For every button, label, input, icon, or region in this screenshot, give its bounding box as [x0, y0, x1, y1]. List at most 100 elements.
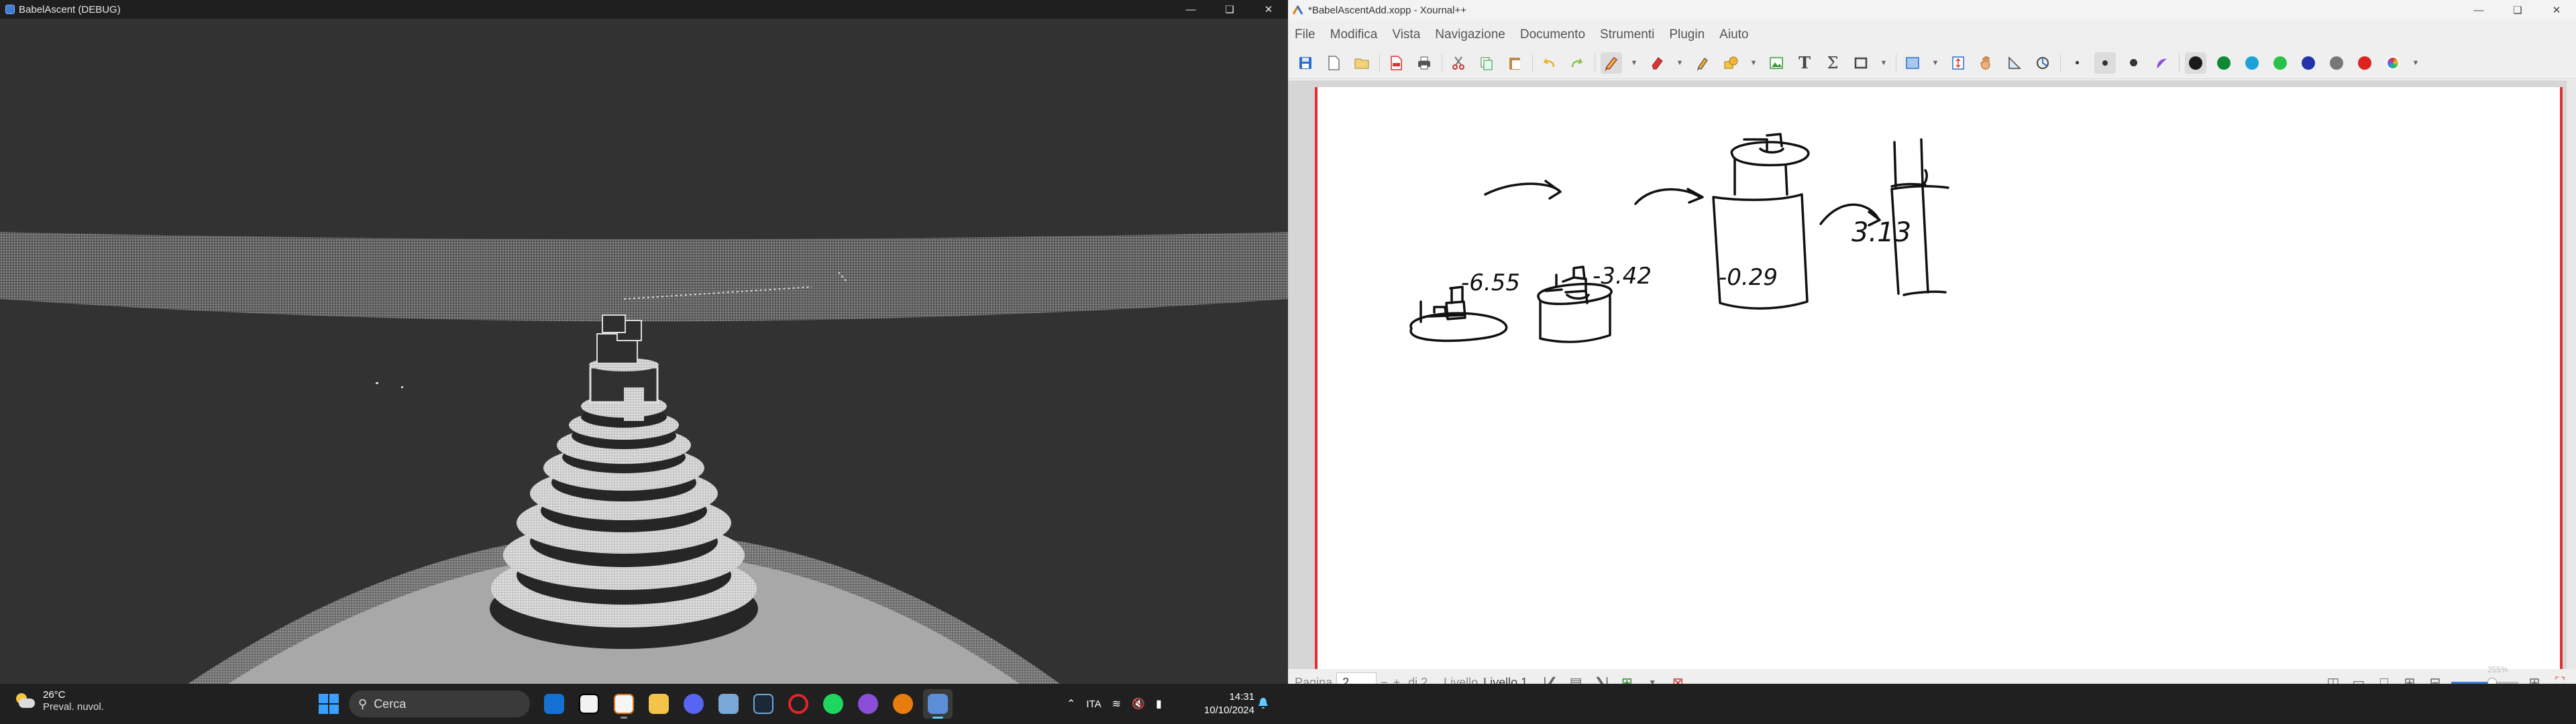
zoom-slider[interactable]: 255% — [2451, 665, 2518, 684]
color-black-swatch[interactable] — [2185, 52, 2206, 74]
github-desktop-icon[interactable] — [853, 689, 883, 719]
menu-plugin[interactable]: Plugin — [1669, 27, 1705, 42]
spotify-icon[interactable] — [818, 689, 848, 719]
color-blue-swatch[interactable] — [2298, 52, 2319, 74]
xournal-titlebar[interactable]: *BabelAscentAdd.xopp - Xournal++ — ❑ ✕ — [1288, 0, 2576, 20]
unity-hub-icon[interactable] — [714, 689, 743, 719]
restore-icon[interactable]: ❑ — [2498, 0, 2537, 20]
layer-select[interactable]: Livello 1 — [1483, 676, 1527, 684]
goto-page-icon[interactable]: ▤ — [1566, 673, 1585, 684]
menu-file[interactable]: File — [1295, 27, 1316, 42]
game-viewport[interactable] — [0, 19, 1288, 684]
fill-icon[interactable] — [2151, 52, 2172, 74]
opera-icon[interactable] — [784, 689, 813, 719]
fullscreen-icon[interactable]: ⛶ — [2551, 673, 2569, 684]
first-page-icon[interactable]: |❮ — [1541, 673, 1560, 684]
menu-vista[interactable]: Vista — [1392, 27, 1420, 42]
maximize-icon[interactable]: ❑ — [1210, 0, 1249, 19]
redo-icon[interactable] — [1566, 52, 1588, 74]
zoom-fit-icon[interactable]: ⊞ — [2400, 673, 2419, 684]
close-icon[interactable]: ✕ — [2537, 0, 2576, 20]
add-page-icon[interactable]: ⊞ — [1617, 673, 1636, 684]
start-button[interactable] — [315, 690, 342, 717]
setsquare-icon[interactable] — [2004, 52, 2025, 74]
thick-stroke-icon[interactable] — [2123, 52, 2144, 74]
new-document-icon[interactable] — [1323, 52, 1344, 74]
open-folder-icon[interactable] — [1351, 52, 1373, 74]
last-page-icon[interactable]: ❯| — [1592, 673, 1611, 684]
zoom-out-icon[interactable]: ⊟ — [2426, 673, 2445, 684]
color-dark-green-swatch[interactable] — [2213, 52, 2235, 74]
delete-page-icon[interactable]: ⊠ — [1668, 673, 1687, 684]
shapes-icon[interactable] — [1720, 52, 1741, 74]
page-number-input[interactable]: 2 — [1336, 672, 1377, 684]
steam-icon[interactable] — [749, 689, 778, 719]
minimize-icon[interactable]: — — [1171, 0, 1210, 19]
discord-icon[interactable] — [679, 689, 708, 719]
zoom-in-icon[interactable]: ⊞ — [2525, 673, 2544, 684]
page-decrement-icon[interactable]: − — [1381, 676, 1388, 684]
chevron-down-icon[interactable]: ▼ — [1930, 59, 1941, 67]
notification-bell-icon[interactable] — [1258, 697, 1268, 709]
language-indicator[interactable]: ITA — [1086, 699, 1101, 710]
chevron-down-icon[interactable]: ▼ — [1643, 673, 1662, 684]
color-gray-swatch[interactable] — [2326, 52, 2347, 74]
blender-icon[interactable] — [888, 689, 918, 719]
compass-icon[interactable] — [2032, 52, 2053, 74]
close-icon[interactable]: ✕ — [1249, 0, 1288, 19]
pen-tool-icon[interactable] — [1601, 52, 1622, 74]
volume-mute-icon[interactable]: 🔇 — [1132, 697, 1145, 711]
menu-strumenti[interactable]: Strumenti — [1600, 27, 1654, 42]
color-picker-icon[interactable] — [2382, 52, 2404, 74]
xournal-taskbar-icon[interactable] — [609, 689, 639, 719]
document-canvas[interactable]: -6.55 -3.42 -0.29 3.13 — [1288, 80, 2576, 670]
image-icon[interactable] — [1766, 52, 1787, 74]
clock[interactable]: 14:31 10/10/2024 — [1194, 690, 1254, 717]
zoom-slider-thumb[interactable] — [2487, 678, 2497, 684]
babelascent-taskbar-icon[interactable] — [923, 689, 953, 719]
battery-icon[interactable]: ▮ — [1156, 697, 1162, 711]
vertical-scrollbar[interactable] — [2567, 80, 2576, 670]
medium-stroke-icon[interactable] — [2094, 52, 2116, 74]
babelascent-titlebar[interactable]: BabelAscent (DEBUG) — ❑ ✕ — [0, 0, 1288, 19]
chevron-down-icon[interactable]: ▼ — [1674, 59, 1685, 67]
chevron-down-icon[interactable]: ▼ — [2410, 59, 2421, 67]
color-green-swatch[interactable] — [2269, 52, 2291, 74]
chevron-up-icon[interactable]: ⌃ — [1067, 697, 1075, 711]
undo-icon[interactable] — [1538, 52, 1560, 74]
color-red-swatch[interactable] — [2354, 52, 2375, 74]
chevron-down-icon[interactable]: ▼ — [1878, 59, 1889, 67]
minimize-icon[interactable]: — — [2459, 0, 2498, 20]
vertical-space-icon[interactable] — [1947, 52, 1969, 74]
latex-tool-icon[interactable]: Σ — [1822, 52, 1843, 74]
page-background-icon[interactable] — [1902, 52, 1923, 74]
zoom-100-icon[interactable]: □ — [2375, 673, 2394, 684]
thin-stroke-icon[interactable] — [2066, 52, 2088, 74]
file-explorer-icon[interactable] — [644, 689, 674, 719]
weather-widget[interactable]: 26°C Preval. nuvol. — [13, 689, 104, 713]
export-pdf-icon[interactable] — [1385, 52, 1407, 74]
notion-icon[interactable] — [574, 689, 604, 719]
eraser-icon[interactable] — [1646, 52, 1668, 74]
menu-aiuto[interactable]: Aiuto — [1719, 27, 1748, 42]
save-icon[interactable] — [1295, 52, 1316, 74]
select-rectangle-icon[interactable] — [1850, 52, 1872, 74]
hand-tool-icon[interactable] — [1976, 52, 1997, 74]
chevron-down-icon[interactable]: ▼ — [1748, 59, 1759, 67]
outlook-icon[interactable] — [539, 689, 569, 719]
cut-icon[interactable] — [1448, 52, 1469, 74]
menu-documento[interactable]: Documento — [1520, 27, 1585, 42]
copy-icon[interactable] — [1476, 52, 1497, 74]
wifi-icon[interactable]: ≋ — [1112, 697, 1121, 711]
page[interactable]: -6.55 -3.42 -0.29 3.13 — [1315, 87, 2563, 670]
highlighter-icon[interactable] — [1692, 52, 1713, 74]
dual-page-icon[interactable]: ◫ — [2324, 673, 2343, 684]
paste-icon[interactable] — [1504, 52, 1525, 74]
page-increment-icon[interactable]: + — [1393, 676, 1401, 684]
text-tool-icon[interactable]: T — [1794, 52, 1815, 74]
color-light-blue-swatch[interactable] — [2241, 52, 2263, 74]
presentation-icon[interactable]: ▭ — [2349, 673, 2368, 684]
print-icon[interactable] — [1413, 52, 1435, 74]
menu-navigazione[interactable]: Navigazione — [1435, 27, 1505, 42]
menu-modifica[interactable]: Modifica — [1330, 27, 1378, 42]
